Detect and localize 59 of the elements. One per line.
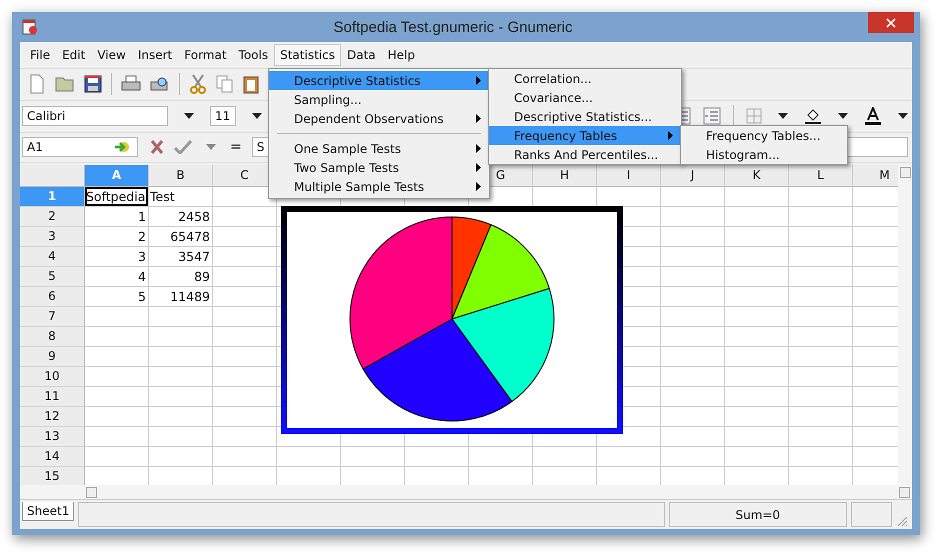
menu-item[interactable]: Descriptive Statistics... xyxy=(489,107,681,126)
menu-item[interactable]: Statistics xyxy=(274,44,341,66)
table-cell-text: 3547 xyxy=(177,248,211,266)
table-cell-text: 2458 xyxy=(177,208,211,226)
row-header[interactable]: 2 xyxy=(20,206,85,227)
menu-item[interactable]: Frequency Tables... xyxy=(681,126,847,145)
column-header[interactable]: K xyxy=(725,164,789,187)
menu-item[interactable]: View xyxy=(91,44,132,66)
menu-item[interactable]: Ranks And Percentiles... xyxy=(489,145,681,164)
column-header[interactable]: I xyxy=(597,164,661,187)
table-cell-text: Test xyxy=(149,188,176,206)
menu-item[interactable]: Data xyxy=(340,44,382,66)
status-sum: Sum=0 xyxy=(668,502,847,528)
row-header[interactable]: 11 xyxy=(20,386,85,407)
menu-item[interactable]: Frequency Tables xyxy=(489,126,681,145)
table-cell: Softpedia xyxy=(85,186,148,206)
menu-item[interactable]: Format xyxy=(178,44,233,66)
menu-item[interactable]: Covariance... xyxy=(489,88,681,107)
table-cell-text: 4 xyxy=(137,268,147,286)
row-header[interactable]: 13 xyxy=(20,426,85,447)
sheet-tab[interactable]: Sheet1 xyxy=(22,502,74,522)
equals-label: = xyxy=(230,139,242,156)
menu-item[interactable]: File xyxy=(24,44,56,66)
column-header[interactable]: H xyxy=(533,164,597,187)
row-header[interactable]: 3 xyxy=(20,226,85,247)
column-header[interactable]: J xyxy=(661,164,725,187)
row-header[interactable]: 15 xyxy=(20,466,85,486)
table-cell-text: 11489 xyxy=(169,288,211,306)
table-cell-text: 1 xyxy=(137,208,147,226)
menu-item[interactable]: Edit xyxy=(56,44,92,66)
row-header[interactable]: 9 xyxy=(20,346,85,367)
menu-item[interactable]: Insert xyxy=(132,44,178,66)
column-header[interactable]: B xyxy=(149,164,213,187)
row-header[interactable]: 8 xyxy=(20,326,85,347)
row-header[interactable]: 6 xyxy=(20,286,85,307)
row-header[interactable]: 4 xyxy=(20,246,85,267)
table-cell-text: 65478 xyxy=(169,228,211,246)
row-header[interactable]: 12 xyxy=(20,406,85,427)
row-header[interactable]: 14 xyxy=(20,446,85,467)
column-header[interactable]: L xyxy=(789,164,853,187)
table-cell-text: 5 xyxy=(137,288,147,306)
table-cell-text: 2 xyxy=(137,228,147,246)
font-size-field[interactable]: 11 xyxy=(210,106,236,126)
menu-item[interactable]: Sampling... xyxy=(269,90,489,109)
table-cell-text: 3 xyxy=(137,248,147,266)
font-field[interactable]: Calibri xyxy=(22,106,168,126)
row-header[interactable]: 7 xyxy=(20,306,85,327)
menu-item[interactable]: Dependent Observations xyxy=(269,109,489,128)
menu-item[interactable]: Descriptive Statistics xyxy=(269,71,489,90)
menu-item[interactable]: Histogram... xyxy=(681,145,847,164)
menu-item[interactable]: Tools xyxy=(232,44,274,66)
window-title: Softpedia Test.gnumeric - Gnumeric xyxy=(332,18,574,36)
row-header[interactable]: 5 xyxy=(20,266,85,287)
table-cell-text: 89 xyxy=(193,268,211,286)
menu-item[interactable]: One Sample Tests xyxy=(269,139,489,158)
menu-item[interactable]: Help xyxy=(382,44,421,66)
cell-name-field[interactable]: A1 xyxy=(22,137,138,158)
menu-item[interactable]: Correlation... xyxy=(489,69,681,88)
row-header[interactable]: 10 xyxy=(20,366,85,387)
